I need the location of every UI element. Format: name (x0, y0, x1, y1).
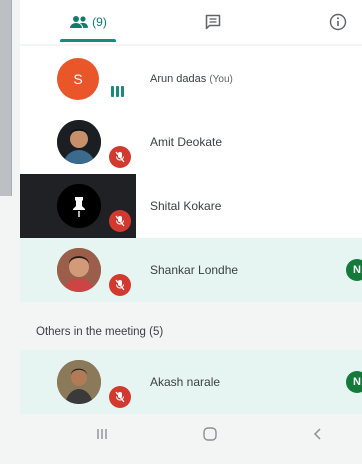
mic-off-icon (109, 146, 131, 168)
chat-bubble-icon (205, 14, 221, 30)
participant-name: Shankar Londhe (150, 263, 239, 277)
mic-off-icon (109, 210, 131, 232)
home-icon[interactable] (202, 426, 218, 447)
status-badge: N (346, 371, 362, 393)
tab-chat[interactable] (198, 0, 228, 44)
avatar-initial: S (73, 71, 83, 87)
back-icon[interactable] (310, 426, 326, 447)
speaking-indicator-icon (111, 86, 124, 97)
others-section-title: Others in the meeting (5) (36, 326, 164, 338)
tab-people[interactable]: (9) (52, 0, 124, 44)
participant-row[interactable]: Amit Deokate (20, 110, 362, 174)
avatar (57, 248, 101, 292)
info-icon (329, 13, 347, 31)
system-nav-bar (0, 418, 362, 464)
status-badge: N (346, 259, 362, 281)
side-panel-edge (0, 0, 12, 196)
people-icon (70, 16, 89, 28)
active-tab-indicator (60, 39, 116, 42)
participant-name: Akash narale (150, 375, 221, 389)
tab-info[interactable] (324, 0, 352, 44)
participant-row[interactable]: Shital Kokare (20, 174, 362, 238)
mic-off-icon (109, 274, 131, 296)
participant-row[interactable]: Shankar Londhe N (20, 238, 362, 302)
recents-icon[interactable] (94, 426, 110, 447)
mic-off-icon (109, 386, 131, 408)
participant-row-you[interactable]: S Arun dadas (You) (20, 46, 362, 110)
avatar (57, 120, 101, 164)
avatar (57, 360, 101, 404)
avatar: S (57, 58, 99, 100)
pin-icon (57, 184, 101, 228)
participant-name: Arun dadas (You) (150, 73, 233, 85)
avatar (57, 184, 101, 228)
participant-row[interactable]: Akash narale N (20, 350, 362, 414)
participant-name: Amit Deokate (150, 135, 223, 149)
participant-name: Shital Kokare (150, 199, 222, 213)
people-count: (9) (92, 15, 107, 29)
tab-bar: (9) (20, 0, 362, 44)
you-label: (You) (209, 74, 233, 85)
